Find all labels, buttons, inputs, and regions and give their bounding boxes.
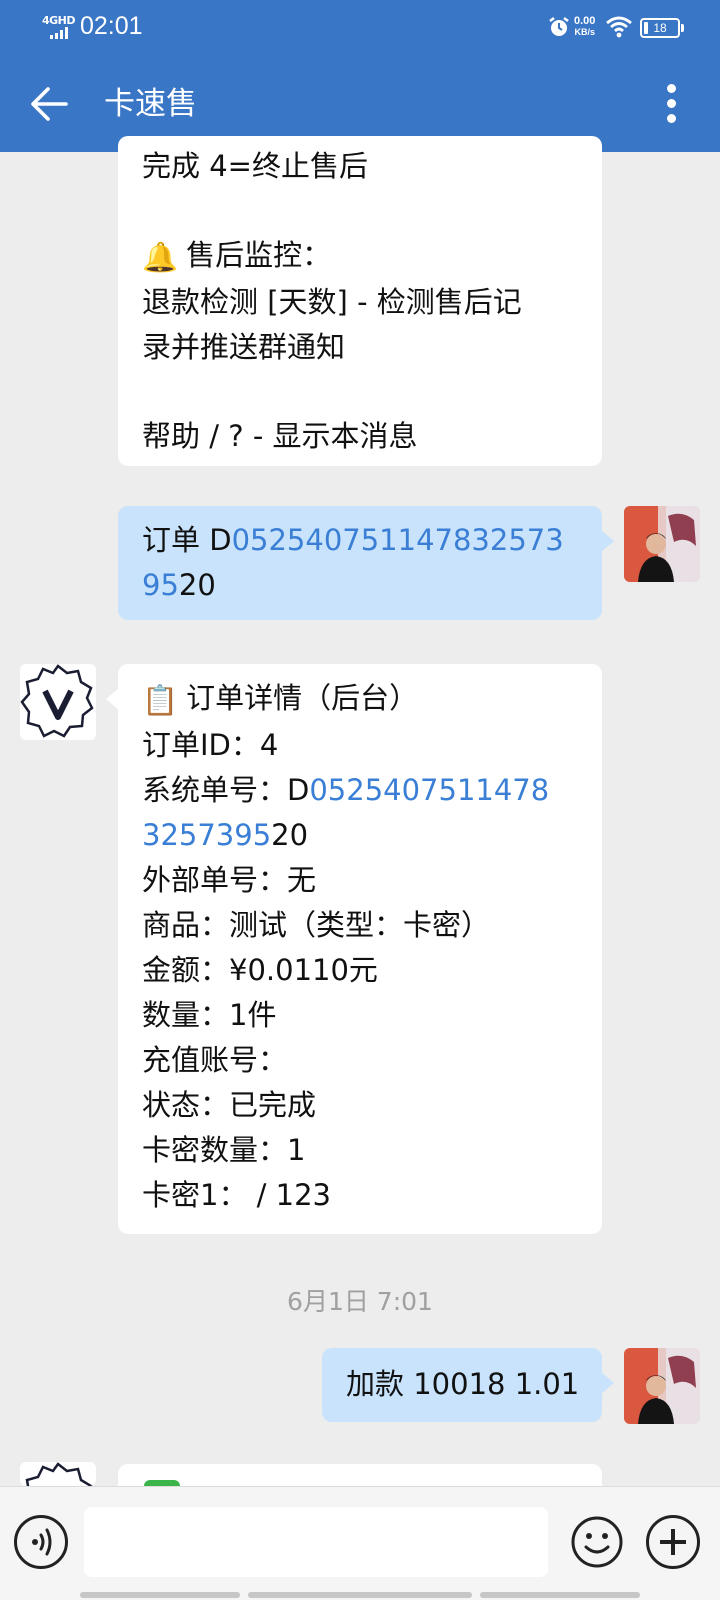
back-arrow-icon[interactable] [22,76,78,132]
status-time: 02:01 [80,12,143,40]
more-options-icon[interactable] [644,76,700,132]
bot-avatar[interactable] [20,1462,96,1486]
user-add-funds-message: 加款 10018 1.01 [322,1348,614,1422]
bell-icon: 🔔 [142,239,179,274]
add-funds-text: 加款 10018 1.01 [346,1367,580,1401]
sys-no-link[interactable]: 0525407511478 [309,773,549,807]
order-suffix: 20 [178,568,216,602]
ext-order-no: 外部单号：无 [142,862,317,897]
help-monitor-label: 售后监控： [186,238,332,272]
amount: 金额：¥0.0110元 [142,952,378,987]
order-id: 订单ID：4 [142,727,279,762]
more-actions-button[interactable] [646,1515,700,1569]
card-1: 卡密1： / 123 [142,1177,332,1212]
bot-avatar[interactable] [20,664,96,740]
net-speed: 0.00 KB/s [574,16,595,38]
order-prefix: 订单 D [142,523,232,557]
signal-icon [50,27,68,39]
product: 商品：测试（类型：卡密） [142,907,491,942]
order-number-link-cont[interactable]: 95 [142,568,179,602]
message-timestamp: 6月1日 7:01 [287,1287,433,1316]
alarm-icon [549,17,569,36]
message-input[interactable] [84,1507,548,1577]
voice-icon [32,1528,52,1556]
net-speed-value: 0.00 [574,15,596,27]
bot-order-detail-message: 📋 订单详情（后台） 订单ID：4 系统单号：D0525407511478 325… [106,664,602,1234]
net-speed-unit: KB/s [574,27,595,37]
help-line-1: 完成 4=终止售后 [142,149,368,183]
user-avatar[interactable] [624,1348,700,1424]
order-status: 状态：已完成 [142,1087,317,1122]
bot-next-message [118,1464,602,1486]
card-count: 卡密数量：1 [142,1132,306,1167]
network-type: 4GHD [42,14,76,27]
order-number-link[interactable]: 052540751147832573 [232,523,564,557]
clipboard-icon: 📋 [142,682,179,717]
input-bar [0,1486,720,1600]
nav-gesture-bar [80,1592,240,1598]
help-line-help: 帮助 / ? - 显示本消息 [142,418,418,453]
battery-icon: 18 [640,18,684,38]
emoji-button[interactable] [570,1515,624,1569]
bot-help-message: 完成 4=终止售后 🔔 售后监控： 退款检测 [天数] - 检测售后记 录并推送群… [118,136,602,466]
nav-gesture-bar [480,1592,640,1598]
sys-no-link-cont2[interactable]: 5 [253,818,271,852]
order-detail-title: 订单详情（后台） [186,681,419,715]
order-detail-title-line: 📋 订单详情（后台） [142,676,578,723]
nav-gesture-bar [248,1592,472,1598]
status-bar: 4GHD 02:01 0.00 KB/s 18 [0,0,720,56]
recharge-account: 充值账号： [142,1042,288,1077]
quantity: 数量：1件 [142,997,277,1032]
sys-no-link-cont[interactable]: 325739 [142,818,253,852]
help-line-monitor: 🔔 售后监控： [142,233,578,280]
help-line-refund: 退款检测 [天数] - 检测售后记 [142,284,522,319]
help-line-refund-cont: 录并推送群通知 [142,329,346,364]
user-avatar[interactable] [624,506,700,582]
user-order-message: 订单 D052540751147832573 9520 [118,506,614,620]
voice-input-button[interactable] [14,1515,68,1569]
battery-level: 18 [653,21,667,35]
chat-title: 卡速售 [104,86,197,122]
sys-no-label: 系统单号：D [142,772,310,807]
sys-no-suffix: 20 [271,817,309,852]
wifi-icon [606,16,632,38]
